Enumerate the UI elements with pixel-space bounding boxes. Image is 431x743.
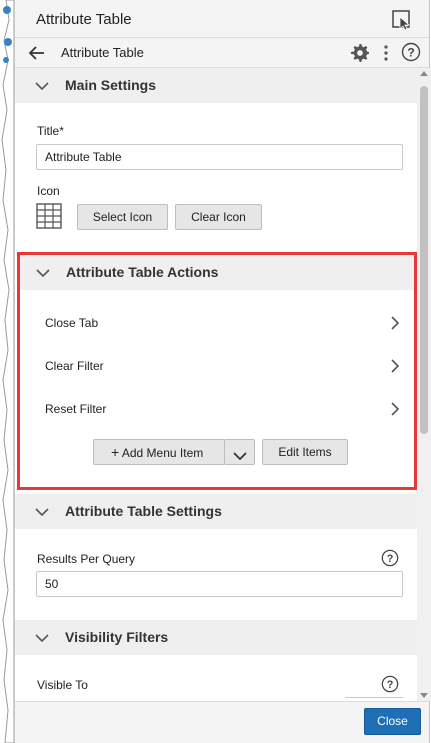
chevron-down-icon xyxy=(35,79,49,91)
main-settings-title: Main Settings xyxy=(65,77,157,93)
add-menu-item-dropdown[interactable] xyxy=(224,439,255,465)
icon-field-label: Icon xyxy=(37,184,60,198)
actions-title: Attribute Table Actions xyxy=(66,264,219,280)
more-vertical-icon[interactable] xyxy=(381,43,391,63)
action-row-close-tab[interactable]: Close Tab xyxy=(20,302,414,345)
chevron-right-icon xyxy=(390,402,400,416)
vertical-scrollbar[interactable] xyxy=(417,68,431,701)
plus-icon: + xyxy=(111,444,120,460)
attribute-settings-header[interactable]: Attribute Table Settings xyxy=(15,494,417,529)
main-settings-header[interactable]: Main Settings xyxy=(15,68,417,103)
help-icon[interactable]: ? xyxy=(401,42,421,62)
results-per-query-label: Results Per Query xyxy=(37,552,136,566)
scrollbar-thumb[interactable] xyxy=(420,86,428,434)
scroll-up-icon[interactable] xyxy=(420,71,428,76)
visibility-filters-header[interactable]: Visibility Filters xyxy=(15,620,417,655)
panel-footer: Close xyxy=(15,701,429,743)
chevron-down-icon xyxy=(233,446,247,470)
visibility-filters-title: Visibility Filters xyxy=(65,629,169,645)
close-button[interactable]: Close xyxy=(364,708,421,735)
add-menu-item-label: Add Menu Item xyxy=(121,446,204,460)
chevron-right-icon xyxy=(390,359,400,373)
add-menu-item-button[interactable]: + Add Menu Item xyxy=(93,439,225,465)
results-per-query-input[interactable] xyxy=(36,571,403,597)
scroll-down-icon[interactable] xyxy=(420,693,428,698)
map-edge xyxy=(0,0,14,743)
action-label: Close Tab xyxy=(45,316,99,330)
actions-highlight-box: Attribute Table Actions Close Tab Clear … xyxy=(17,252,417,490)
svg-text:?: ? xyxy=(387,553,394,565)
help-icon[interactable]: ? xyxy=(381,549,399,567)
back-arrow-icon[interactable] xyxy=(27,43,47,63)
attribute-table-panel: Attribute Table Attribute Table ? Main S… xyxy=(14,0,431,743)
chevron-down-icon xyxy=(36,266,50,278)
svg-text:?: ? xyxy=(387,679,394,691)
title-field-label: Title* xyxy=(37,124,64,138)
action-row-reset-filter[interactable]: Reset Filter xyxy=(20,388,414,431)
chevron-down-icon xyxy=(35,505,49,517)
select-icon-button[interactable]: Select Icon xyxy=(77,204,168,230)
action-row-clear-filter[interactable]: Clear Filter xyxy=(20,345,414,388)
visible-to-label: Visible To xyxy=(37,678,88,692)
gear-icon[interactable] xyxy=(350,43,369,62)
chevron-right-icon xyxy=(390,316,400,330)
attribute-settings-title: Attribute Table Settings xyxy=(65,503,222,519)
panel-title: Attribute Table xyxy=(36,11,132,28)
chevron-down-icon xyxy=(35,631,49,643)
title-input[interactable] xyxy=(36,144,403,170)
panel-nav-bar: Attribute Table ? xyxy=(15,38,429,68)
pin-to-corner-icon[interactable] xyxy=(391,9,413,31)
table-grid-icon xyxy=(36,203,62,229)
action-label: Clear Filter xyxy=(45,359,104,373)
action-label: Reset Filter xyxy=(45,402,107,416)
actions-header[interactable]: Attribute Table Actions xyxy=(20,255,414,290)
clear-icon-button[interactable]: Clear Icon xyxy=(175,204,262,230)
svg-text:?: ? xyxy=(407,46,414,60)
settings-scroll-area[interactable]: Main Settings Title* Icon Select Icon Cl… xyxy=(15,68,417,701)
panel-title-bar: Attribute Table xyxy=(15,0,429,38)
edit-items-button[interactable]: Edit Items xyxy=(262,439,348,465)
help-icon[interactable]: ? xyxy=(381,675,399,693)
nav-title: Attribute Table xyxy=(61,45,144,60)
